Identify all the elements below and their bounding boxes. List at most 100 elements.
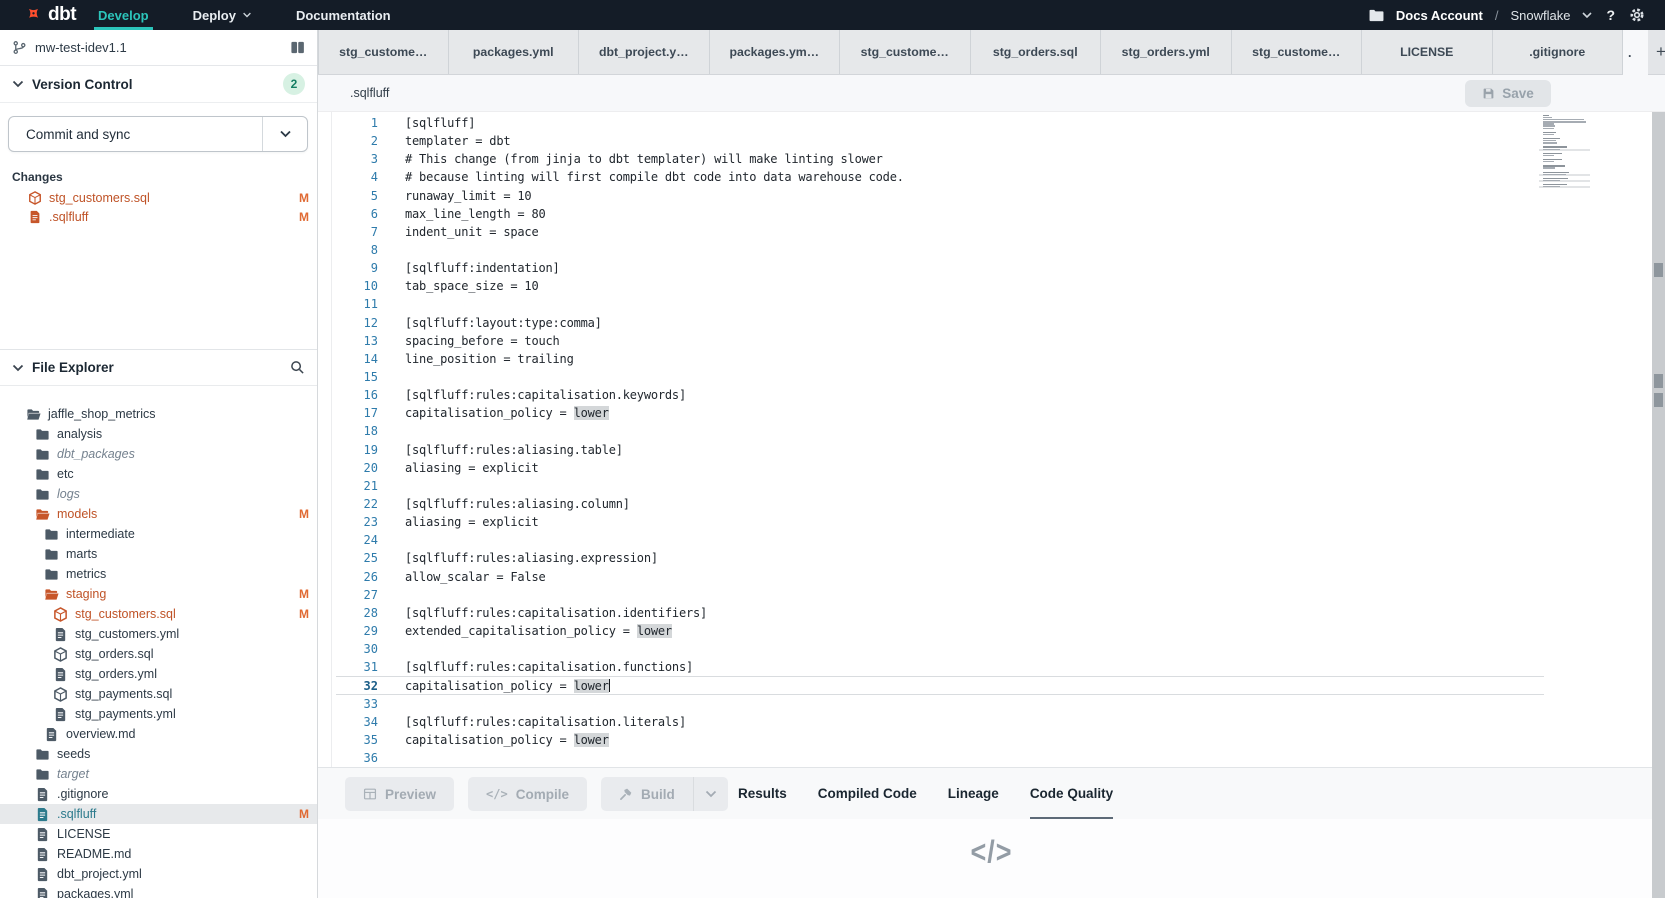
code-line[interactable]: 20aliasing = explicit: [336, 459, 1544, 477]
code-line[interactable]: 14line_position = trailing: [336, 350, 1544, 368]
code-line[interactable]: 3# This change (from jinja to dbt templa…: [336, 150, 1544, 168]
help-icon[interactable]: ?: [1604, 7, 1617, 23]
tab-active-partial[interactable]: .: [1623, 30, 1648, 75]
code-line[interactable]: 33: [336, 695, 1544, 713]
tree-item-analysis[interactable]: analysis: [0, 424, 317, 444]
code-line[interactable]: 26allow_scalar = False: [336, 568, 1544, 586]
change-row-sqlfluff[interactable]: .sqlfluffM: [0, 208, 317, 228]
minimap[interactable]: [1543, 115, 1590, 190]
nav-deploy[interactable]: Deploy: [189, 0, 256, 30]
account-name[interactable]: Docs Account: [1396, 8, 1483, 23]
tree-item-stg-customers-yml[interactable]: stg_customers.yml: [0, 624, 317, 644]
code-line[interactable]: 35capitalisation_policy = lower: [336, 731, 1544, 749]
code-line[interactable]: 6max_line_length = 80: [336, 205, 1544, 223]
code-line[interactable]: 8: [336, 241, 1544, 259]
code-line[interactable]: 25[sqlfluff:rules:aliasing.expression]: [336, 549, 1544, 567]
bottom-tab-results[interactable]: Results: [738, 768, 787, 820]
change-row-stg-customers-sql[interactable]: stg_customers.sqlM: [0, 188, 317, 208]
tab-stg-orders-yml[interactable]: stg_orders.yml: [1101, 30, 1232, 74]
code-line[interactable]: 34[sqlfluff:rules:capitalisation.literal…: [336, 713, 1544, 731]
code-line[interactable]: 9[sqlfluff:indentation]: [336, 259, 1544, 277]
tree-item-seeds[interactable]: seeds: [0, 744, 317, 764]
tree-item-stg-customers-sql[interactable]: stg_customers.sqlM: [0, 604, 317, 624]
dbt-logo[interactable]: dbt: [0, 0, 94, 30]
bottom-tab-compiled-code[interactable]: Compiled Code: [818, 768, 917, 820]
tree-item-dbt-project-yml[interactable]: dbt_project.yml: [0, 864, 317, 884]
tree-item-packages-yml[interactable]: packages.yml: [0, 884, 317, 898]
bottom-tab-code-quality[interactable]: Code Quality: [1030, 768, 1113, 820]
tree-item-overview-md[interactable]: overview.md: [0, 724, 317, 744]
tab-packages-yml[interactable]: packages.yml: [449, 30, 580, 74]
tree-item-readme-md[interactable]: README.md: [0, 844, 317, 864]
tree-item-target[interactable]: target: [0, 764, 317, 784]
editor-scrollbar[interactable]: [1652, 112, 1665, 898]
code-line[interactable]: 11: [336, 295, 1544, 313]
tree-item-stg-orders-yml[interactable]: stg_orders.yml: [0, 664, 317, 684]
nav-develop[interactable]: Develop: [94, 0, 153, 30]
code-editor[interactable]: 1[sqlfluff]2templater = dbt3# This chang…: [318, 112, 1665, 767]
tab-dbt-project-y[interactable]: dbt_project.y…: [579, 30, 710, 74]
code-line[interactable]: 5runaway_limit = 10: [336, 187, 1544, 205]
bottom-tab-lineage[interactable]: Lineage: [948, 768, 999, 820]
code-line[interactable]: 13spacing_before = touch: [336, 332, 1544, 350]
tree-item-jaffle-shop-metrics[interactable]: jaffle_shop_metrics: [0, 404, 317, 424]
tab-packages-ym[interactable]: packages.ym…: [710, 30, 841, 74]
code-line[interactable]: 31[sqlfluff:rules:capitalisation.functio…: [336, 658, 1544, 676]
tree-item-models[interactable]: modelsM: [0, 504, 317, 524]
code-line[interactable]: 32capitalisation_policy = lower: [336, 676, 1544, 694]
preview-button[interactable]: Preview: [345, 777, 454, 811]
commit-options-caret[interactable]: [262, 117, 307, 151]
search-icon[interactable]: [290, 360, 305, 375]
tree-item-stg-payments-yml[interactable]: stg_payments.yml: [0, 704, 317, 724]
save-button[interactable]: Save: [1465, 80, 1551, 107]
code-line[interactable]: 18: [336, 422, 1544, 440]
settings-gear-icon[interactable]: [1629, 7, 1645, 23]
tree-item-dbt-packages[interactable]: dbt_packages: [0, 444, 317, 464]
split-panes-icon[interactable]: [290, 40, 305, 55]
tree-item-staging[interactable]: stagingM: [0, 584, 317, 604]
file-explorer-header[interactable]: File Explorer: [0, 349, 317, 386]
code-line[interactable]: 27: [336, 586, 1544, 604]
tab-stg-custome[interactable]: stg_custome…: [840, 30, 971, 74]
tree-item-etc[interactable]: etc: [0, 464, 317, 484]
tree-item-intermediate[interactable]: intermediate: [0, 524, 317, 544]
version-control-header[interactable]: Version Control 2: [0, 66, 317, 103]
commit-and-sync-button[interactable]: Commit and sync: [8, 116, 308, 152]
code-line[interactable]: 4# because linting will first compile db…: [336, 168, 1544, 186]
code-line[interactable]: 22[sqlfluff:rules:aliasing.column]: [336, 495, 1544, 513]
code-line[interactable]: 17capitalisation_policy = lower: [336, 404, 1544, 422]
build-button[interactable]: Build: [601, 777, 693, 811]
new-tab-button[interactable]: +: [1648, 30, 1665, 74]
tree-item-stg-payments-sql[interactable]: stg_payments.sql: [0, 684, 317, 704]
code-line[interactable]: 7indent_unit = space: [336, 223, 1544, 241]
code-line[interactable]: 16[sqlfluff:rules:capitalisation.keyword…: [336, 386, 1544, 404]
connection-selector[interactable]: Snowflake: [1510, 8, 1570, 23]
code-line[interactable]: 36: [336, 749, 1544, 767]
nav-documentation[interactable]: Documentation: [292, 0, 395, 30]
code-line[interactable]: 19[sqlfluff:rules:aliasing.table]: [336, 441, 1544, 459]
code-line[interactable]: 30: [336, 640, 1544, 658]
code-line[interactable]: 28[sqlfluff:rules:capitalisation.identif…: [336, 604, 1544, 622]
code-line[interactable]: 15: [336, 368, 1544, 386]
code-line[interactable]: 23aliasing = explicit: [336, 513, 1544, 531]
tree-item-metrics[interactable]: metrics: [0, 564, 317, 584]
git-branch-selector[interactable]: mw-test-idev1.1: [0, 30, 317, 66]
tree-item-marts[interactable]: marts: [0, 544, 317, 564]
tree-item-sqlfluff[interactable]: .sqlfluffM: [0, 804, 317, 824]
build-options-caret[interactable]: [693, 777, 728, 811]
code-line[interactable]: 2templater = dbt: [336, 132, 1544, 150]
tree-item-stg-orders-sql[interactable]: stg_orders.sql: [0, 644, 317, 664]
tab-gitignore[interactable]: .gitignore: [1493, 30, 1624, 74]
tab-license[interactable]: LICENSE: [1362, 30, 1493, 74]
code-line[interactable]: 21: [336, 477, 1544, 495]
tree-item-gitignore[interactable]: .gitignore: [0, 784, 317, 804]
tab-stg-custome[interactable]: stg_custome…: [1232, 30, 1363, 74]
connection-caret-icon[interactable]: [1582, 12, 1592, 18]
code-line[interactable]: 1[sqlfluff]: [336, 114, 1544, 132]
code-line[interactable]: 12[sqlfluff:layout:type:comma]: [336, 314, 1544, 332]
code-line[interactable]: 29extended_capitalisation_policy = lower: [336, 622, 1544, 640]
code-line[interactable]: 24: [336, 531, 1544, 549]
code-line[interactable]: 10tab_space_size = 10: [336, 277, 1544, 295]
tree-item-logs[interactable]: logs: [0, 484, 317, 504]
compile-button[interactable]: </>Compile: [468, 777, 587, 811]
